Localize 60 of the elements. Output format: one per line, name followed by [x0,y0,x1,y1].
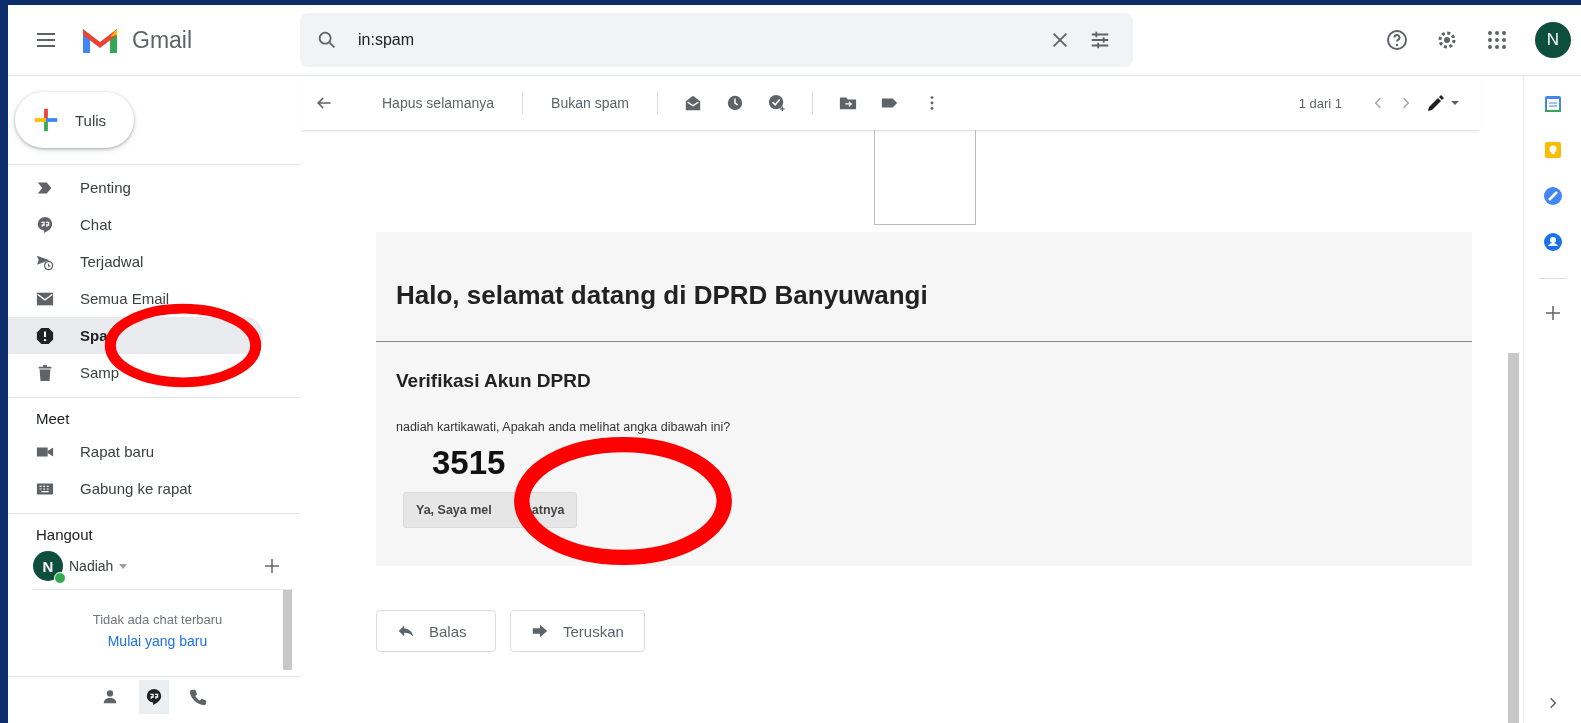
person-icon[interactable] [101,688,119,706]
account-avatar[interactable]: N [1535,22,1571,58]
apps-grid-icon[interactable] [1485,28,1509,52]
email-heading: Halo, selamat datang di DPRD Banyuwangi [396,280,929,311]
toolbar-button[interactable]: Bukan spam [543,95,637,111]
forward-arrow-icon [531,622,549,640]
scrollbar[interactable] [283,590,292,670]
user-name[interactable]: Nadiah [69,558,114,574]
sidebar-label: Gabung ke rapat [80,480,192,497]
chat-bubble-icon [145,688,163,706]
add-icon[interactable] [1544,305,1561,321]
sidebar-label: Rapat baru [80,443,155,460]
sidebar-label: Chat [80,216,112,233]
sidebar-item[interactable]: Semua Email [8,280,263,317]
add-icon[interactable] [264,558,280,574]
email-message: nadiah kartikawati, Apakah anda melihat angka dibawah ini? [396,420,732,434]
user-avatar[interactable]: N [33,551,63,581]
forward-button[interactable]: Teruskan [510,610,645,652]
sidebar-item[interactable]: Samp [8,354,263,391]
page-counter: 1 dari 1 [1298,95,1342,111]
sidebar-item[interactable]: Penting [8,169,263,206]
sidebar-label: Terjadwal [80,253,144,270]
person-circle-icon[interactable] [1542,232,1563,252]
sidebar-label: Penting [80,179,131,196]
pencil-dropdown-icon[interactable] [1426,93,1460,113]
sidebar-item[interactable]: Terjadwal [8,243,263,280]
scrollbar[interactable] [1508,353,1519,723]
phone-icon[interactable] [189,688,207,706]
sidebar-item[interactable]: Gabung ke rapat [8,470,263,507]
empty-chat-text: Tidak ada chat terbaru [92,611,223,627]
trash-icon [36,363,54,382]
section-title: Meet [35,409,71,429]
app-name: Gmail [132,26,193,54]
filter-sliders-icon[interactable] [1089,29,1111,51]
start-chat-link[interactable]: Mulai yang baru [107,632,208,649]
sidebar-item[interactable]: Rapat baru [8,433,263,470]
clock-icon[interactable] [725,94,744,112]
chat-tab[interactable] [139,680,169,714]
verification-code: 3515 [432,444,507,482]
sidebar-item[interactable]: Chat [8,206,263,243]
dropdown-caret-icon[interactable] [119,563,128,569]
section-title: Hangout [35,525,94,545]
search-bar[interactable]: in:spam [300,13,1133,67]
search-icon[interactable] [316,29,338,51]
sidebar-label: Spa [80,327,108,344]
add-task-icon[interactable] [767,94,786,112]
sidebar-label: Semua Email [80,290,170,307]
mark-unread-envelope-icon[interactable] [683,94,702,112]
sidebar-label: Samp [80,364,120,381]
search-field[interactable]: in:spam [356,30,1031,50]
chat-bubble-icon [36,215,54,234]
email-subheading: Verifikasi Akun DPRD [396,370,592,392]
confirm-button[interactable]: Ya, Saya mel atnya [403,492,578,528]
reply-button[interactable]: Balas [376,610,496,652]
compose-button[interactable]: Tulis [15,92,135,148]
exclamation-icon [36,326,54,345]
checkmark-circle-icon[interactable] [1542,186,1563,206]
calendar-icon[interactable] [1542,94,1563,114]
toolbar-button[interactable]: Hapus selamanya [374,95,503,111]
help-icon[interactable] [1385,28,1409,52]
